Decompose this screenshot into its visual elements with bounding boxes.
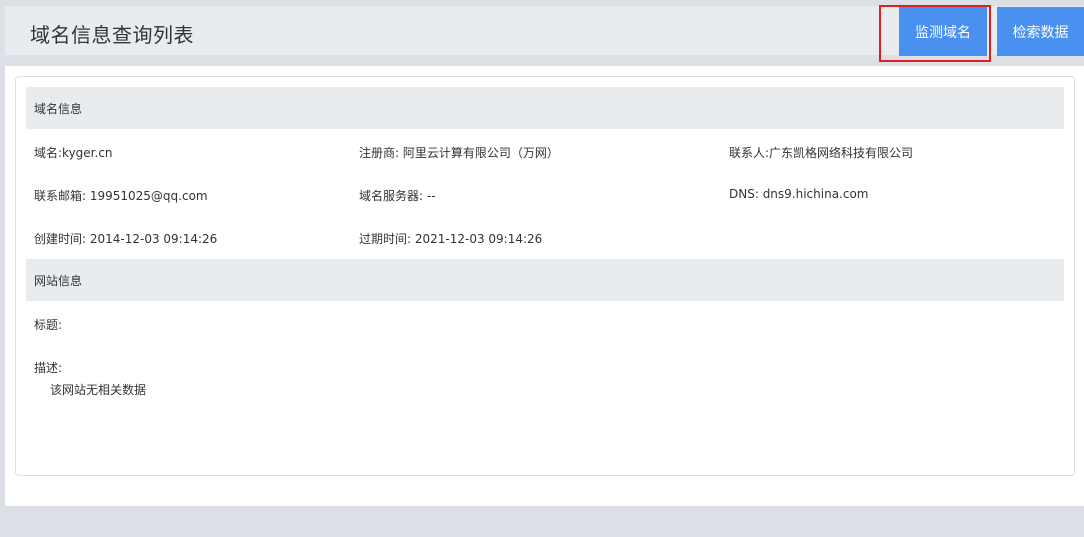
domain-info-heading: 域名信息 [26, 87, 1064, 129]
site-title-label: 标题: [34, 318, 63, 332]
domain-field: 域名:kyger.cn [34, 146, 113, 160]
registrar-field: 注册商: 阿里云计算有限公司（万网） [359, 146, 559, 160]
name-server-field: 域名服务器: -- [359, 189, 436, 203]
contact-field: 联系人:广东凯格网络科技有限公司 [729, 146, 914, 160]
info-card: 域名信息 域名:kyger.cn 注册商: 阿里云计算有限公司（万网） 联系人:… [15, 76, 1075, 476]
search-data-button[interactable]: 检索数据 [997, 7, 1084, 56]
page-title: 域名信息查询列表 [30, 23, 194, 47]
dns-field: DNS: dns9.hichina.com [729, 187, 869, 201]
highlight-box [879, 5, 991, 62]
email-field: 联系邮箱: 19951025@qq.com [34, 189, 208, 203]
site-info-heading: 网站信息 [26, 259, 1064, 301]
expire-time-field: 过期时间: 2021-12-03 09:14:26 [359, 232, 543, 246]
site-desc-value: 该网站无相关数据 [50, 383, 147, 397]
created-time-field: 创建时间: 2014-12-03 09:14:26 [34, 232, 218, 246]
site-desc-label: 描述: [34, 361, 63, 375]
